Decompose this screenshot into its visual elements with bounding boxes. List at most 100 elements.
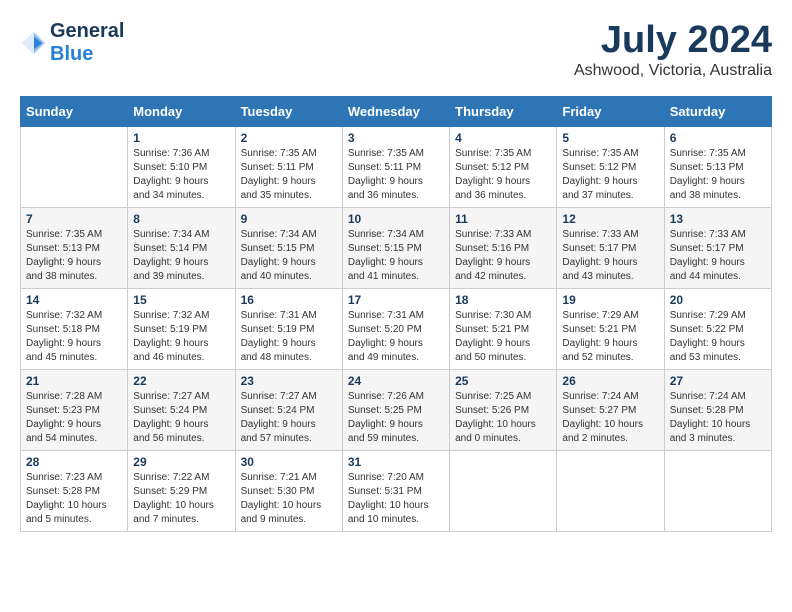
location: Ashwood, Victoria, Australia: [574, 62, 772, 80]
day-info: Sunrise: 7:29 AM Sunset: 5:22 PM Dayligh…: [670, 309, 766, 365]
day-info: Sunrise: 7:33 AM Sunset: 5:17 PM Dayligh…: [670, 228, 766, 284]
calendar-table: SundayMondayTuesdayWednesdayThursdayFrid…: [20, 96, 772, 532]
weekday-header-saturday: Saturday: [664, 96, 771, 126]
weekday-header-friday: Friday: [557, 96, 664, 126]
day-number: 23: [241, 374, 337, 388]
day-info: Sunrise: 7:24 AM Sunset: 5:27 PM Dayligh…: [562, 390, 658, 446]
calendar-cell: 8 Sunrise: 7:34 AM Sunset: 5:14 PM Daylig…: [128, 207, 235, 288]
day-number: 8: [133, 212, 229, 226]
day-info: Sunrise: 7:35 AM Sunset: 5:11 PM Dayligh…: [348, 147, 444, 203]
day-info: Sunrise: 7:31 AM Sunset: 5:19 PM Dayligh…: [241, 309, 337, 365]
day-info: Sunrise: 7:32 AM Sunset: 5:18 PM Dayligh…: [26, 309, 122, 365]
day-number: 27: [670, 374, 766, 388]
day-info: Sunrise: 7:30 AM Sunset: 5:21 PM Dayligh…: [455, 309, 551, 365]
day-number: 5: [562, 131, 658, 145]
calendar-cell: 15 Sunrise: 7:32 AM Sunset: 5:19 PM Dayli…: [128, 288, 235, 369]
calendar-cell: 1Sunrise: 7:36 AM Sunset: 5:10 PM Daylig…: [128, 126, 235, 207]
day-number: 10: [348, 212, 444, 226]
calendar-cell: 11 Sunrise: 7:33 AM Sunset: 5:16 PM Dayli…: [450, 207, 557, 288]
day-info: Sunrise: 7:26 AM Sunset: 5:25 PM Dayligh…: [348, 390, 444, 446]
calendar-cell: 9 Sunrise: 7:34 AM Sunset: 5:15 PM Daylig…: [235, 207, 342, 288]
calendar-week-3: 14 Sunrise: 7:32 AM Sunset: 5:18 PM Dayli…: [21, 288, 772, 369]
calendar-cell: 14 Sunrise: 7:32 AM Sunset: 5:18 PM Dayli…: [21, 288, 128, 369]
calendar-week-1: 1Sunrise: 7:36 AM Sunset: 5:10 PM Daylig…: [21, 126, 772, 207]
calendar-cell: 4 Sunrise: 7:35 AM Sunset: 5:12 PM Daylig…: [450, 126, 557, 207]
day-number: 20: [670, 293, 766, 307]
day-number: 15: [133, 293, 229, 307]
weekday-header-sunday: Sunday: [21, 96, 128, 126]
day-number: 21: [26, 374, 122, 388]
calendar-cell: 30Sunrise: 7:21 AM Sunset: 5:30 PM Dayli…: [235, 450, 342, 531]
day-number: 11: [455, 212, 551, 226]
calendar-cell: 7 Sunrise: 7:35 AM Sunset: 5:13 PM Daylig…: [21, 207, 128, 288]
calendar-cell: 28 Sunrise: 7:23 AM Sunset: 5:28 PM Dayli…: [21, 450, 128, 531]
day-number: 6: [670, 131, 766, 145]
day-number: 1: [133, 131, 229, 145]
day-number: 22: [133, 374, 229, 388]
day-number: 24: [348, 374, 444, 388]
calendar-cell: 13 Sunrise: 7:33 AM Sunset: 5:17 PM Dayli…: [664, 207, 771, 288]
day-info: Sunrise: 7:27 AM Sunset: 5:24 PM Dayligh…: [133, 390, 229, 446]
calendar-cell: 5 Sunrise: 7:35 AM Sunset: 5:12 PM Daylig…: [557, 126, 664, 207]
calendar-cell: 25Sunrise: 7:25 AM Sunset: 5:26 PM Dayli…: [450, 369, 557, 450]
day-info: Sunrise: 7:33 AM Sunset: 5:16 PM Dayligh…: [455, 228, 551, 284]
calendar-cell: 20 Sunrise: 7:29 AM Sunset: 5:22 PM Dayli…: [664, 288, 771, 369]
calendar-cell: 22 Sunrise: 7:27 AM Sunset: 5:24 PM Dayli…: [128, 369, 235, 450]
calendar-cell: [21, 126, 128, 207]
day-number: 28: [26, 455, 122, 469]
calendar-cell: 2Sunrise: 7:35 AM Sunset: 5:11 PM Daylig…: [235, 126, 342, 207]
calendar-week-4: 21 Sunrise: 7:28 AM Sunset: 5:23 PM Dayli…: [21, 369, 772, 450]
calendar-cell: 16 Sunrise: 7:31 AM Sunset: 5:19 PM Dayli…: [235, 288, 342, 369]
day-info: Sunrise: 7:33 AM Sunset: 5:17 PM Dayligh…: [562, 228, 658, 284]
day-number: 17: [348, 293, 444, 307]
day-number: 14: [26, 293, 122, 307]
day-number: 12: [562, 212, 658, 226]
day-info: Sunrise: 7:23 AM Sunset: 5:28 PM Dayligh…: [26, 471, 122, 527]
logo-icon: [20, 29, 48, 57]
day-info: Sunrise: 7:28 AM Sunset: 5:23 PM Dayligh…: [26, 390, 122, 446]
day-info: Sunrise: 7:35 AM Sunset: 5:13 PM Dayligh…: [26, 228, 122, 284]
day-info: Sunrise: 7:29 AM Sunset: 5:21 PM Dayligh…: [562, 309, 658, 365]
calendar-cell: 31 Sunrise: 7:20 AM Sunset: 5:31 PM Dayli…: [342, 450, 449, 531]
calendar-week-5: 28 Sunrise: 7:23 AM Sunset: 5:28 PM Dayli…: [21, 450, 772, 531]
calendar-cell: 6 Sunrise: 7:35 AM Sunset: 5:13 PM Daylig…: [664, 126, 771, 207]
month-title: July 2024: [574, 20, 772, 62]
calendar-cell: 24 Sunrise: 7:26 AM Sunset: 5:25 PM Dayli…: [342, 369, 449, 450]
day-number: 31: [348, 455, 444, 469]
day-info: Sunrise: 7:34 AM Sunset: 5:15 PM Dayligh…: [241, 228, 337, 284]
day-info: Sunrise: 7:35 AM Sunset: 5:13 PM Dayligh…: [670, 147, 766, 203]
day-number: 7: [26, 212, 122, 226]
day-info: Sunrise: 7:20 AM Sunset: 5:31 PM Dayligh…: [348, 471, 444, 527]
weekday-header-monday: Monday: [128, 96, 235, 126]
day-number: 13: [670, 212, 766, 226]
day-info: Sunrise: 7:35 AM Sunset: 5:12 PM Dayligh…: [562, 147, 658, 203]
day-info: Sunrise: 7:35 AM Sunset: 5:11 PM Dayligh…: [241, 147, 337, 203]
calendar-cell: 17Sunrise: 7:31 AM Sunset: 5:20 PM Dayli…: [342, 288, 449, 369]
day-number: 16: [241, 293, 337, 307]
calendar-cell: [557, 450, 664, 531]
day-info: Sunrise: 7:34 AM Sunset: 5:14 PM Dayligh…: [133, 228, 229, 284]
calendar-cell: 3 Sunrise: 7:35 AM Sunset: 5:11 PM Daylig…: [342, 126, 449, 207]
calendar-cell: 12 Sunrise: 7:33 AM Sunset: 5:17 PM Dayli…: [557, 207, 664, 288]
calendar-week-2: 7 Sunrise: 7:35 AM Sunset: 5:13 PM Daylig…: [21, 207, 772, 288]
day-number: 26: [562, 374, 658, 388]
page-header: General Blue July 2024 Ashwood, Victoria…: [20, 20, 772, 80]
calendar-cell: 26 Sunrise: 7:24 AM Sunset: 5:27 PM Dayli…: [557, 369, 664, 450]
day-info: Sunrise: 7:25 AM Sunset: 5:26 PM Dayligh…: [455, 390, 551, 446]
weekday-header-wednesday: Wednesday: [342, 96, 449, 126]
title-block: July 2024 Ashwood, Victoria, Australia: [574, 20, 772, 80]
day-number: 29: [133, 455, 229, 469]
calendar-cell: 18 Sunrise: 7:30 AM Sunset: 5:21 PM Dayli…: [450, 288, 557, 369]
day-info: Sunrise: 7:32 AM Sunset: 5:19 PM Dayligh…: [133, 309, 229, 365]
logo: General Blue: [20, 20, 124, 66]
calendar-cell: 19Sunrise: 7:29 AM Sunset: 5:21 PM Dayli…: [557, 288, 664, 369]
day-number: 18: [455, 293, 551, 307]
calendar-cell: [664, 450, 771, 531]
day-number: 30: [241, 455, 337, 469]
day-number: 3: [348, 131, 444, 145]
day-number: 9: [241, 212, 337, 226]
day-info: Sunrise: 7:35 AM Sunset: 5:12 PM Dayligh…: [455, 147, 551, 203]
calendar-cell: 23Sunrise: 7:27 AM Sunset: 5:24 PM Dayli…: [235, 369, 342, 450]
weekday-header-row: SundayMondayTuesdayWednesdayThursdayFrid…: [21, 96, 772, 126]
day-number: 4: [455, 131, 551, 145]
